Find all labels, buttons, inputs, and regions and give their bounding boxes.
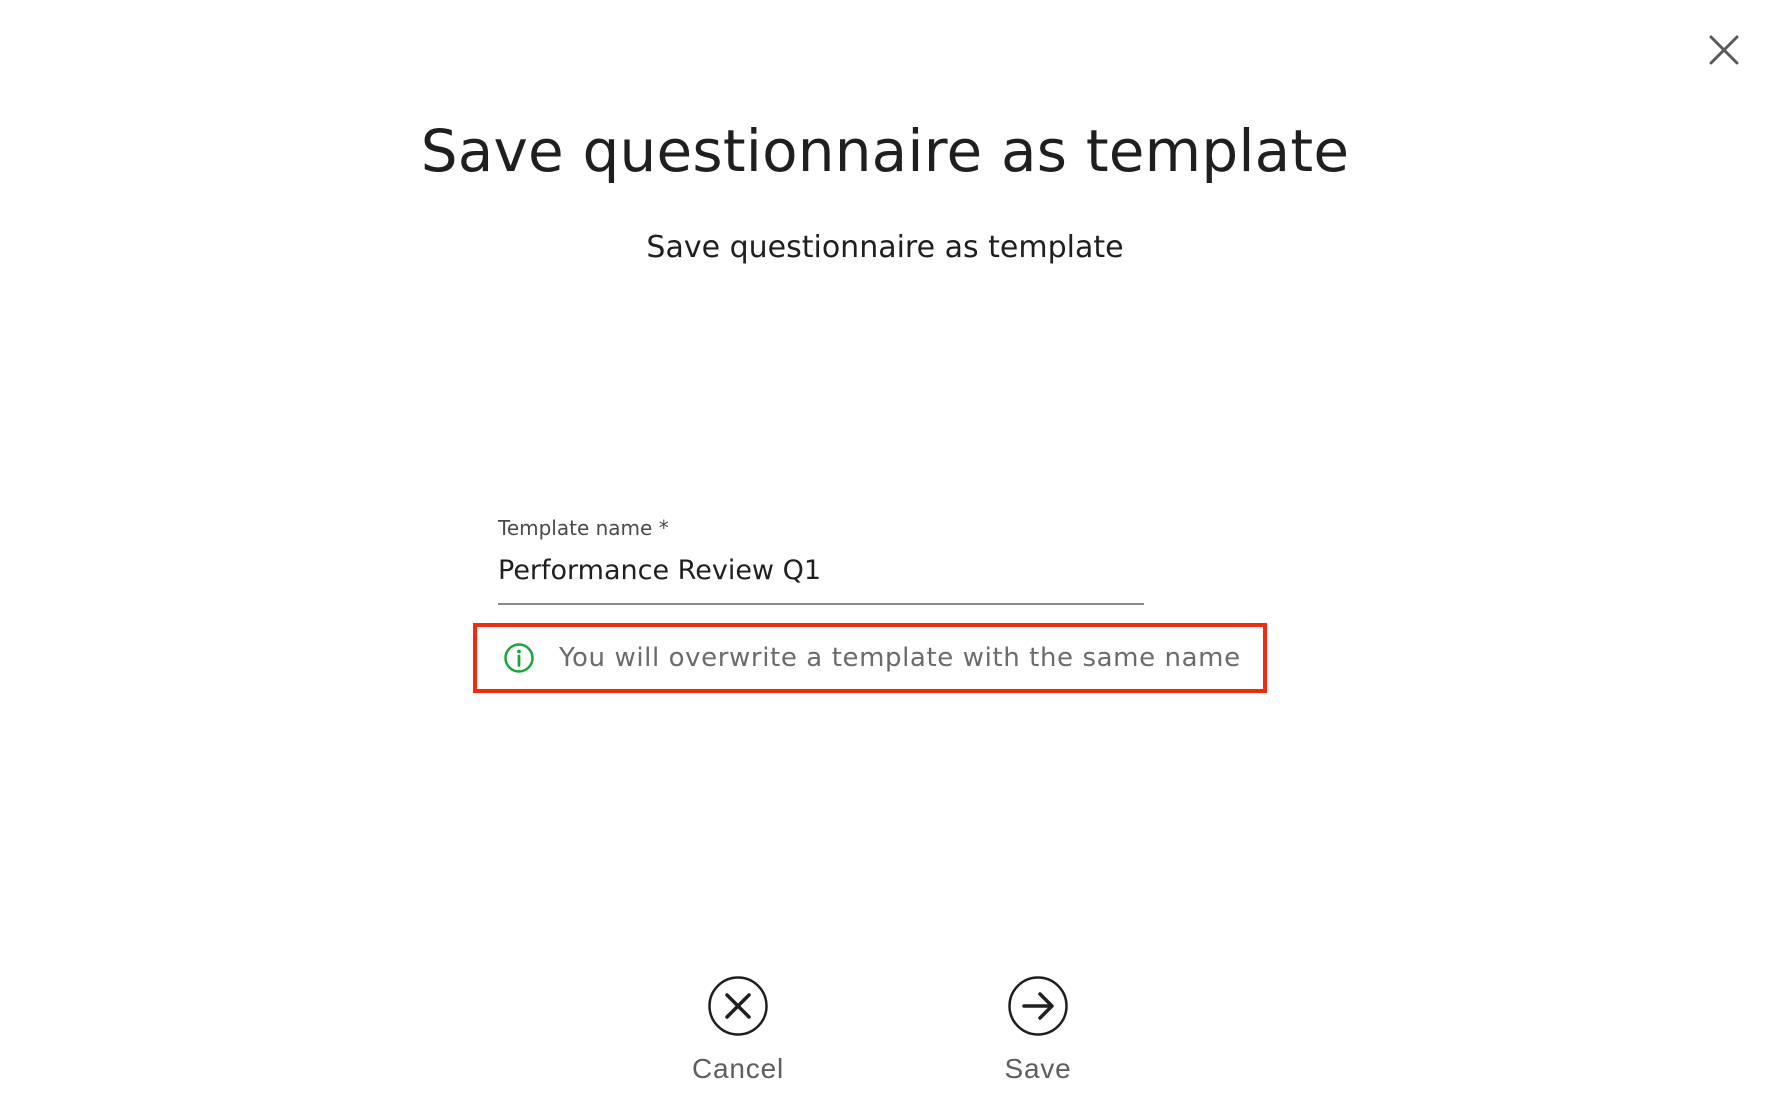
- arrow-right-circle-icon: [1007, 975, 1069, 1037]
- close-dialog-button[interactable]: [1705, 31, 1743, 69]
- close-circle-icon: [707, 975, 769, 1037]
- overwrite-warning: You will overwrite a template with the s…: [473, 623, 1267, 693]
- overwrite-warning-text: You will overwrite a template with the s…: [559, 643, 1241, 673]
- template-name-field: Template name *: [498, 515, 1144, 605]
- dialog-subtitle: Save questionnaire as template: [646, 230, 1124, 265]
- save-button[interactable]: Save: [958, 975, 1118, 1087]
- info-icon: [503, 642, 535, 674]
- cancel-button[interactable]: Cancel: [658, 975, 818, 1087]
- template-name-label: Template name *: [498, 516, 669, 540]
- close-icon: [1709, 35, 1739, 65]
- cancel-label: Cancel: [692, 1053, 784, 1084]
- dialog-title: Save questionnaire as template: [420, 117, 1350, 185]
- save-template-dialog: Save questionnaire as template Save ques…: [0, 0, 1770, 1114]
- template-name-input[interactable]: [498, 553, 1144, 605]
- save-label: Save: [1004, 1053, 1072, 1084]
